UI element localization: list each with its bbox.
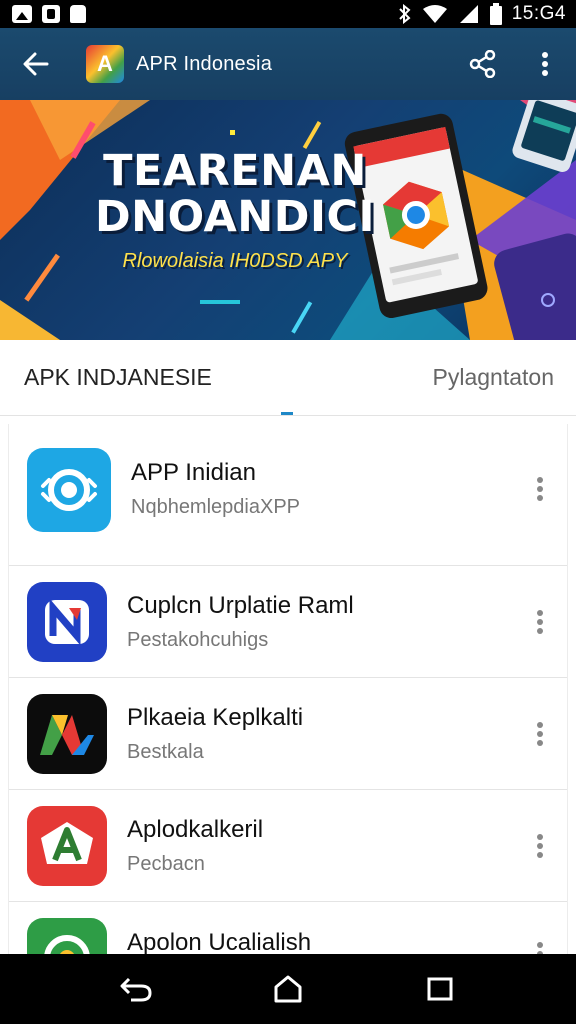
more-vert-icon bbox=[537, 476, 543, 501]
back-button[interactable] bbox=[0, 28, 72, 100]
m-letter-icon bbox=[40, 714, 94, 755]
more-vert-icon bbox=[537, 609, 543, 634]
app-icon bbox=[27, 918, 107, 954]
nav-back-button[interactable] bbox=[106, 959, 166, 1019]
banner-subtitle: Rlowolaisia IH0DSD APY bbox=[122, 250, 348, 272]
notification-icons bbox=[12, 5, 86, 23]
nav-home-icon bbox=[274, 975, 302, 1003]
n-letter-icon bbox=[45, 598, 89, 645]
app-name: Aplodkalkeril bbox=[127, 816, 264, 843]
status-bar: 15:G4 bbox=[0, 0, 576, 28]
app-name: Apolon Ucalialish bbox=[127, 929, 312, 954]
clock: 15:G4 bbox=[511, 3, 566, 24]
share-icon bbox=[469, 50, 496, 78]
app-bar: A APR Indonesia bbox=[0, 28, 576, 100]
app-subtitle: Pestakohcuhigs bbox=[127, 629, 269, 651]
banner-headline-line2: DNOANDICI bbox=[94, 192, 376, 242]
app-icon bbox=[27, 693, 107, 774]
list-item[interactable]: Plkaeia Keplkalti Bestkala bbox=[9, 678, 567, 790]
app-name: Cuplcn Urplatie Raml bbox=[127, 592, 354, 619]
app-icon bbox=[27, 447, 111, 532]
tab-apk-indonesia[interactable]: APK INDJANESIE bbox=[24, 364, 212, 391]
a-letter-icon bbox=[41, 821, 93, 864]
list-item[interactable]: APP Inidian NqbhemlepdiaXPP bbox=[9, 424, 567, 566]
app-title: APR Indonesia bbox=[136, 52, 273, 75]
promo-banner[interactable]: TEARENAN DNOANDICI Rlowolaisia IH0DSD AP… bbox=[0, 100, 576, 340]
app-logo: A bbox=[86, 45, 124, 83]
banner-headline-line1: TEARENAN bbox=[103, 146, 367, 196]
more-vert-icon bbox=[537, 721, 543, 746]
system-icons: 15:G4 bbox=[398, 3, 566, 25]
banner-headline: TEARENAN DNOANDICI bbox=[0, 148, 470, 240]
app-logo-letter: A bbox=[97, 51, 113, 76]
app-icon bbox=[27, 805, 107, 886]
signal-icon bbox=[459, 5, 478, 23]
app-name: Plkaeia Keplkalti bbox=[127, 704, 304, 731]
wifi-icon bbox=[422, 5, 447, 23]
share-button[interactable] bbox=[452, 28, 514, 100]
app-icon bbox=[27, 581, 107, 662]
item-menu-button[interactable] bbox=[511, 704, 567, 764]
item-menu-button[interactable] bbox=[511, 459, 567, 519]
system-nav-bar bbox=[0, 954, 576, 1024]
app-name: APP Inidian bbox=[131, 459, 256, 486]
app-subtitle: Bestkala bbox=[127, 741, 204, 763]
green-circle-icon bbox=[44, 935, 90, 954]
image-notification-icon bbox=[12, 5, 32, 23]
more-vert-icon bbox=[537, 942, 543, 954]
list-item[interactable]: Aplodkalkeril Pecbacn bbox=[9, 790, 567, 902]
overflow-menu-button[interactable] bbox=[514, 28, 576, 100]
tab-bar: APK INDJANESIE Pylagntaton bbox=[0, 340, 576, 416]
app-subtitle: NqbhemlepdiaXPP bbox=[131, 496, 300, 518]
arrow-left-icon bbox=[23, 52, 49, 76]
list-item[interactable]: Apolon Ucalialish bbox=[9, 902, 567, 954]
more-vert-icon bbox=[542, 52, 548, 76]
refresh-circle-icon bbox=[41, 468, 97, 511]
app-list: APP Inidian NqbhemlepdiaXPP Cuplcn Urpla… bbox=[8, 424, 568, 954]
nav-recents-icon bbox=[427, 977, 453, 1001]
item-menu-button[interactable] bbox=[511, 592, 567, 652]
more-vert-icon bbox=[537, 833, 543, 858]
nav-back-icon bbox=[120, 977, 152, 1002]
file-notification-icon bbox=[42, 5, 60, 23]
app-subtitle: Pecbacn bbox=[127, 853, 205, 875]
bluetooth-icon bbox=[399, 4, 411, 24]
nav-recents-button[interactable] bbox=[410, 959, 470, 1019]
item-menu-button[interactable] bbox=[511, 816, 567, 876]
bag-notification-icon bbox=[70, 5, 86, 23]
item-menu-button[interactable] bbox=[511, 924, 567, 954]
tab-secondary[interactable]: Pylagntaton bbox=[433, 364, 554, 391]
nav-home-button[interactable] bbox=[258, 959, 318, 1019]
battery-icon bbox=[489, 3, 502, 25]
list-item[interactable]: Cuplcn Urplatie Raml Pestakohcuhigs bbox=[9, 566, 567, 678]
tab-indicator bbox=[281, 412, 293, 415]
